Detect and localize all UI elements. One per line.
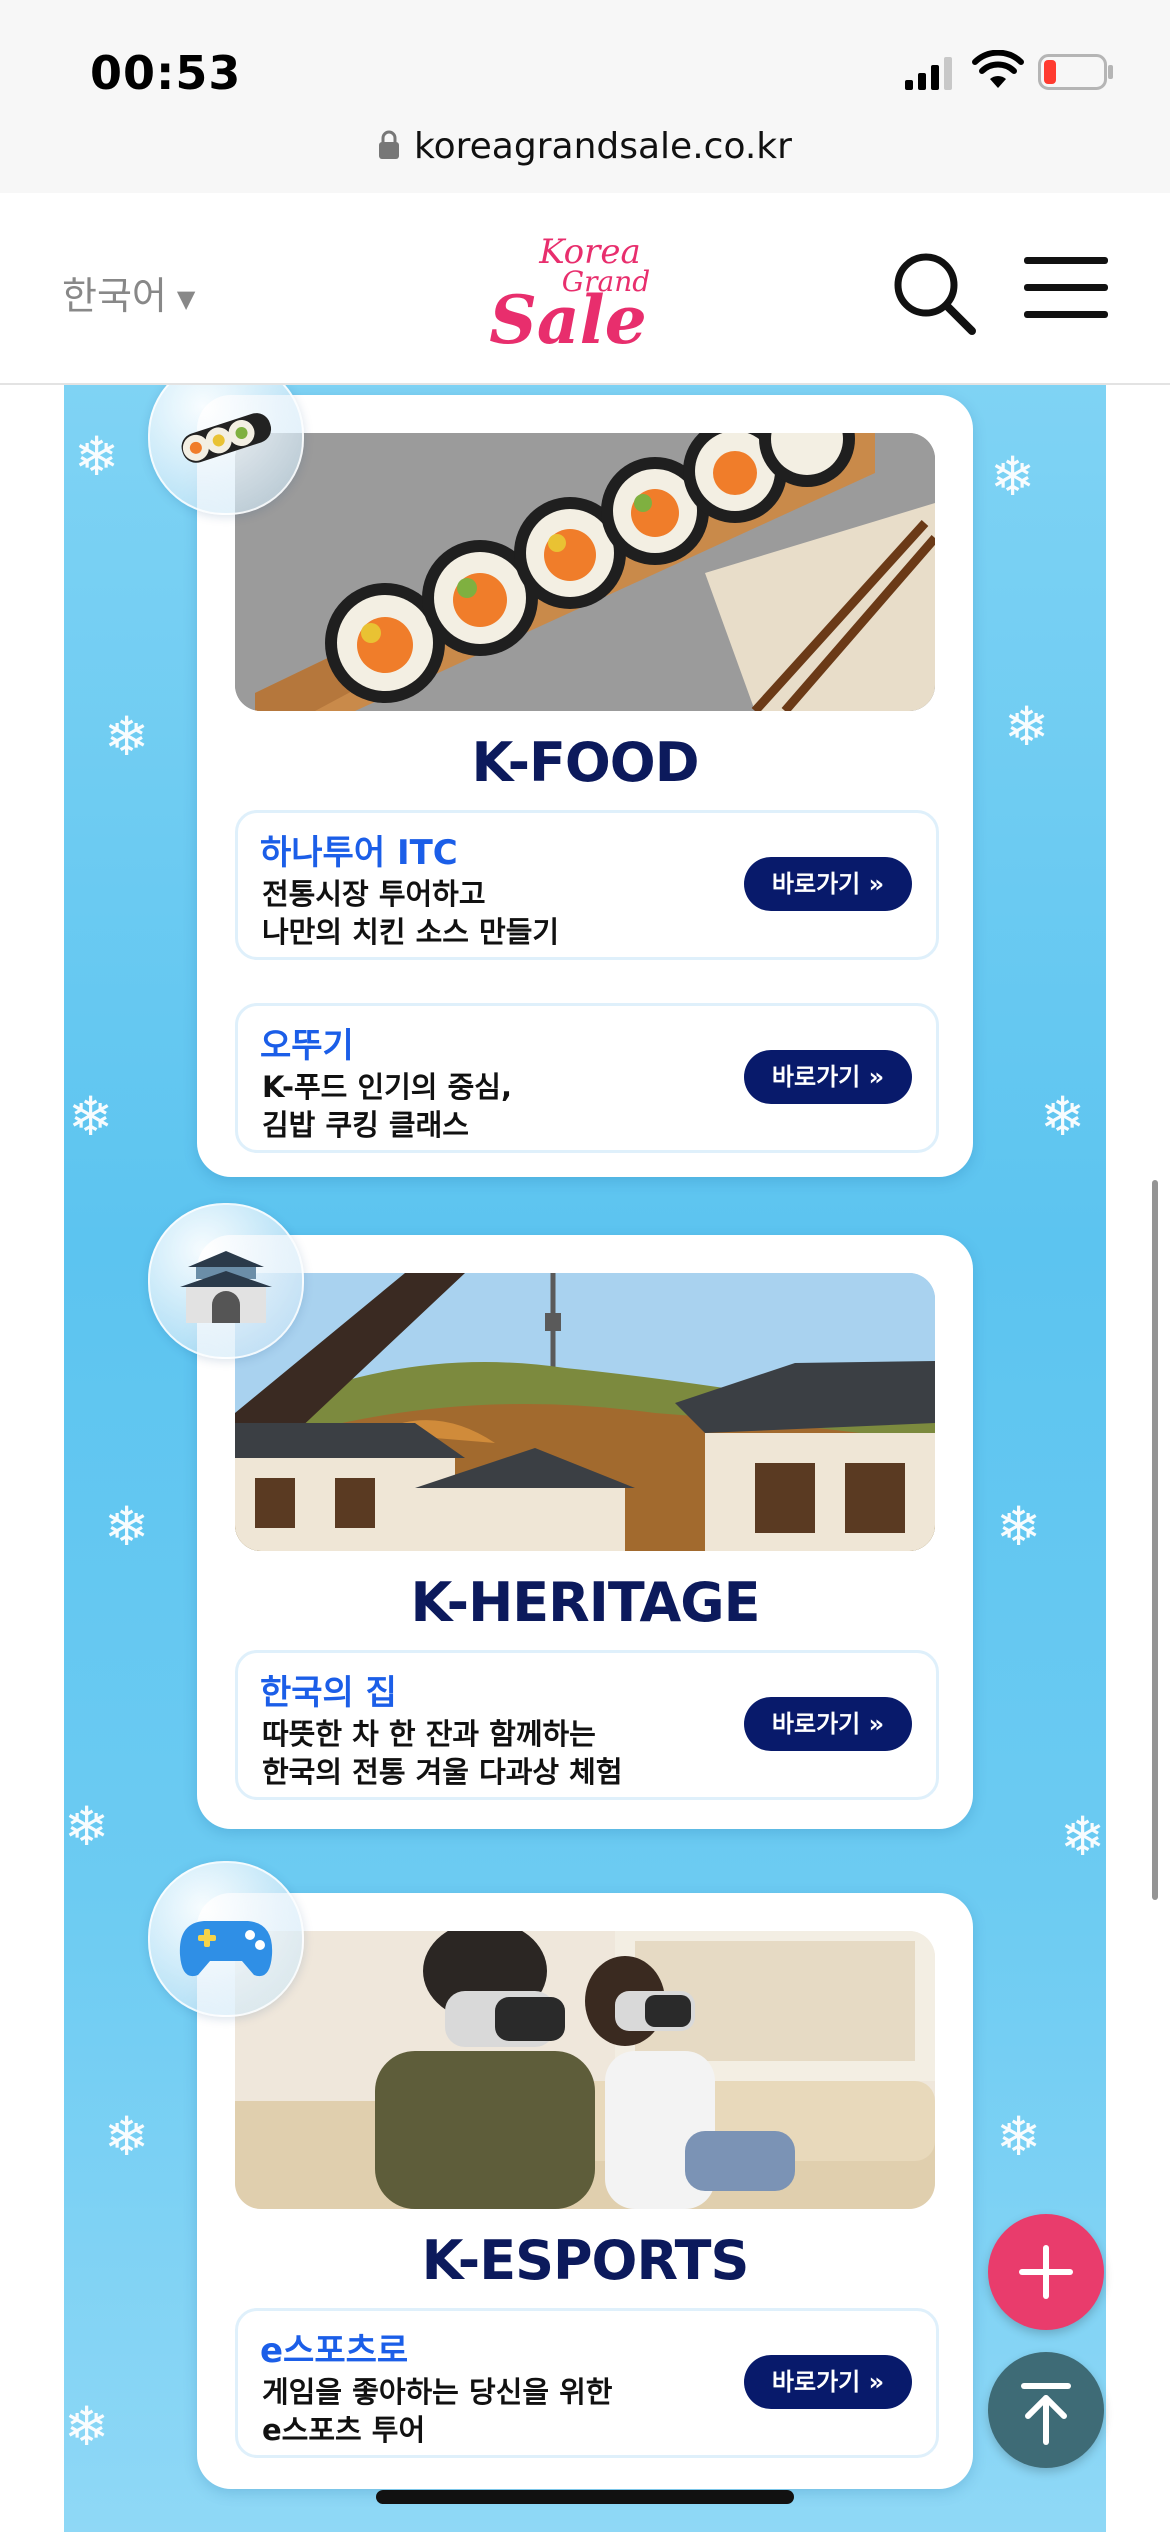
program-desc-line2: 한국의 전통 겨울 다과상 체험 <box>262 1755 623 1789</box>
snowflake-icon: ❄ <box>104 705 150 768</box>
language-selector[interactable]: 한국어 ▼ <box>62 265 195 320</box>
snowflake-icon: ❄ <box>1060 1805 1106 1868</box>
program-item[interactable]: 오뚜기 K-푸드 인기의 중심, 김밥 쿠킹 클래스 바로가기 » <box>235 1003 939 1153</box>
snowflake-icon: ❄ <box>64 1795 110 1858</box>
site-header: 한국어 ▼ Korea Grand Sale <box>0 193 1170 385</box>
hamburger-line <box>1024 284 1108 291</box>
url-text: koreagrandsale.co.kr <box>414 126 792 167</box>
wifi-icon <box>972 50 1024 88</box>
logo-graphic: Korea Grand Sale <box>489 232 650 359</box>
language-label: 한국어 <box>62 274 167 318</box>
caret-down-icon: ▼ <box>176 284 196 313</box>
program-item[interactable]: 한국의 집 따뜻한 차 한 잔과 함께하는 한국의 전통 겨울 다과상 체험 바… <box>235 1650 939 1800</box>
go-button[interactable]: 바로가기 » <box>744 1697 912 1751</box>
main-content[interactable]: ❄ ❄ ❄ ❄ ❄ ❄ ❄ ❄ ❄ ❄ ❄ ❄ ❄ K-FOOD 하나투어 IT… <box>0 385 1170 2532</box>
go-button[interactable]: 바로가기 » <box>744 2355 912 2409</box>
hamburger-line <box>1024 257 1108 264</box>
palace-gate-icon <box>148 1203 304 1359</box>
game-controller-icon <box>148 1861 304 2017</box>
search-button[interactable] <box>890 249 980 339</box>
category-card-k-food: K-FOOD 하나투어 ITC 전통시장 투어하고 나만의 치킨 소스 만들기 … <box>197 395 973 1177</box>
home-indicator <box>376 2490 794 2504</box>
program-brand: e스포츠로 <box>260 2331 409 2371</box>
snowflake-icon: ❄ <box>74 425 120 488</box>
category-title: K-FOOD <box>471 731 699 794</box>
scroll-to-top-button[interactable] <box>988 2352 1104 2468</box>
program-item[interactable]: e스포츠로 게임을 좋아하는 당신을 위한 e스포츠 투어 바로가기 » <box>235 2308 939 2458</box>
snowflake-icon: ❄ <box>1040 1085 1086 1148</box>
menu-button[interactable] <box>1024 257 1108 327</box>
program-desc-line2: 나만의 치킨 소스 만들기 <box>262 915 560 949</box>
status-time: 00:53 <box>90 46 242 100</box>
go-button[interactable]: 바로가기 » <box>744 857 912 911</box>
snowflake-icon: ❄ <box>104 2105 150 2168</box>
k-heritage-photo <box>235 1273 935 1551</box>
snowflake-icon: ❄ <box>996 1495 1042 1558</box>
snowflake-icon: ❄ <box>990 445 1036 508</box>
snowflake-icon: ❄ <box>1004 695 1050 758</box>
snowflake-icon: ❄ <box>64 2395 110 2458</box>
program-brand: 하나투어 ITC <box>260 833 458 873</box>
program-desc-line2: 김밥 쿠킹 클래스 <box>262 1108 469 1142</box>
svg-text:Sale: Sale <box>489 281 647 350</box>
battery-icon <box>1038 54 1113 90</box>
arrow-up-icon <box>1021 2383 1071 2445</box>
k-food-photo <box>235 433 935 711</box>
site-logo[interactable]: Korea Grand Sale <box>478 225 688 359</box>
category-card-k-heritage: K-HERITAGE 한국의 집 따뜻한 차 한 잔과 함께하는 한국의 전통 … <box>197 1235 973 1829</box>
snowflake-icon: ❄ <box>68 1085 114 1148</box>
plus-button[interactable] <box>988 2214 1104 2330</box>
lock-icon <box>378 128 400 169</box>
snowflake-icon: ❄ <box>996 2105 1042 2168</box>
category-title: K-ESPORTS <box>421 2229 750 2292</box>
program-desc-line1: 게임을 좋아하는 당신을 위한 <box>262 2375 613 2409</box>
scrollbar[interactable] <box>1152 1180 1158 1900</box>
plus-icon <box>1019 2245 1073 2299</box>
address-bar[interactable]: koreagrandsale.co.kr <box>0 126 1170 196</box>
snowflake-icon: ❄ <box>104 1495 150 1558</box>
search-icon <box>894 253 976 335</box>
hamburger-line <box>1024 311 1108 318</box>
program-brand: 한국의 집 <box>260 1673 397 1713</box>
program-desc-line1: 전통시장 투어하고 <box>262 877 486 911</box>
signal-icon <box>905 57 952 90</box>
program-brand: 오뚜기 <box>260 1026 354 1066</box>
category-card-k-esports: K-ESPORTS e스포츠로 게임을 좋아하는 당신을 위한 e스포츠 투어 … <box>197 1893 973 2489</box>
program-item[interactable]: 하나투어 ITC 전통시장 투어하고 나만의 치킨 소스 만들기 바로가기 » <box>235 810 939 960</box>
program-desc-line1: K-푸드 인기의 중심, <box>262 1070 512 1104</box>
program-desc-line2: e스포츠 투어 <box>262 2413 426 2447</box>
category-title: K-HERITAGE <box>410 1571 761 1634</box>
program-desc-line1: 따뜻한 차 한 잔과 함께하는 <box>262 1717 596 1751</box>
status-bar: 00:53 <box>0 0 1170 130</box>
k-esports-photo <box>235 1931 935 2209</box>
gimbap-icon <box>148 385 304 515</box>
go-button[interactable]: 바로가기 » <box>744 1050 912 1104</box>
